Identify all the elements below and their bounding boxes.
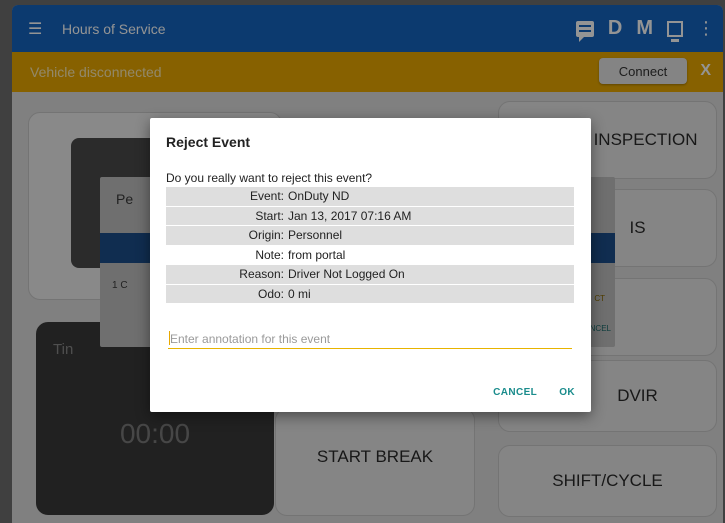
detail-row-note: Note: from portal (166, 246, 574, 265)
detail-value: Jan 13, 2017 07:16 AM (288, 208, 412, 223)
detail-label: Start: (255, 208, 284, 223)
detail-label: Odo: (257, 286, 284, 301)
detail-row-origin: Origin: Personnel (166, 226, 574, 246)
dialog-title: Reject Event (166, 134, 251, 150)
detail-row-start: Start: Jan 13, 2017 07:16 AM (166, 206, 574, 226)
event-details-table: Event: OnDuty ND Start: Jan 13, 2017 07:… (166, 187, 574, 304)
dialog-question: Do you really want to reject this event? (166, 171, 373, 185)
detail-value: OnDuty ND (288, 189, 350, 204)
text-cursor (169, 331, 170, 345)
detail-label: Origin: (248, 228, 284, 243)
ok-button[interactable]: OK (559, 387, 575, 398)
detail-value: from portal (288, 247, 346, 262)
cancel-button[interactable]: CANCEL (493, 387, 537, 398)
detail-label: Note: (255, 247, 284, 262)
detail-row-reason: Reason: Driver Not Logged On (166, 265, 574, 285)
detail-label: Event: (249, 189, 284, 204)
reject-event-dialog: Reject Event Do you really want to rejec… (150, 118, 591, 412)
detail-value: Driver Not Logged On (288, 267, 405, 282)
detail-row-odo: Odo: 0 mi (166, 284, 574, 304)
detail-row-event: Event: OnDuty ND (166, 187, 574, 207)
detail-value: 0 mi (288, 286, 311, 301)
annotation-input[interactable] (168, 329, 572, 349)
detail-value: Personnel (288, 228, 343, 243)
dialog-actions: CANCEL OK (493, 387, 575, 398)
detail-label: Reason: (239, 267, 284, 282)
